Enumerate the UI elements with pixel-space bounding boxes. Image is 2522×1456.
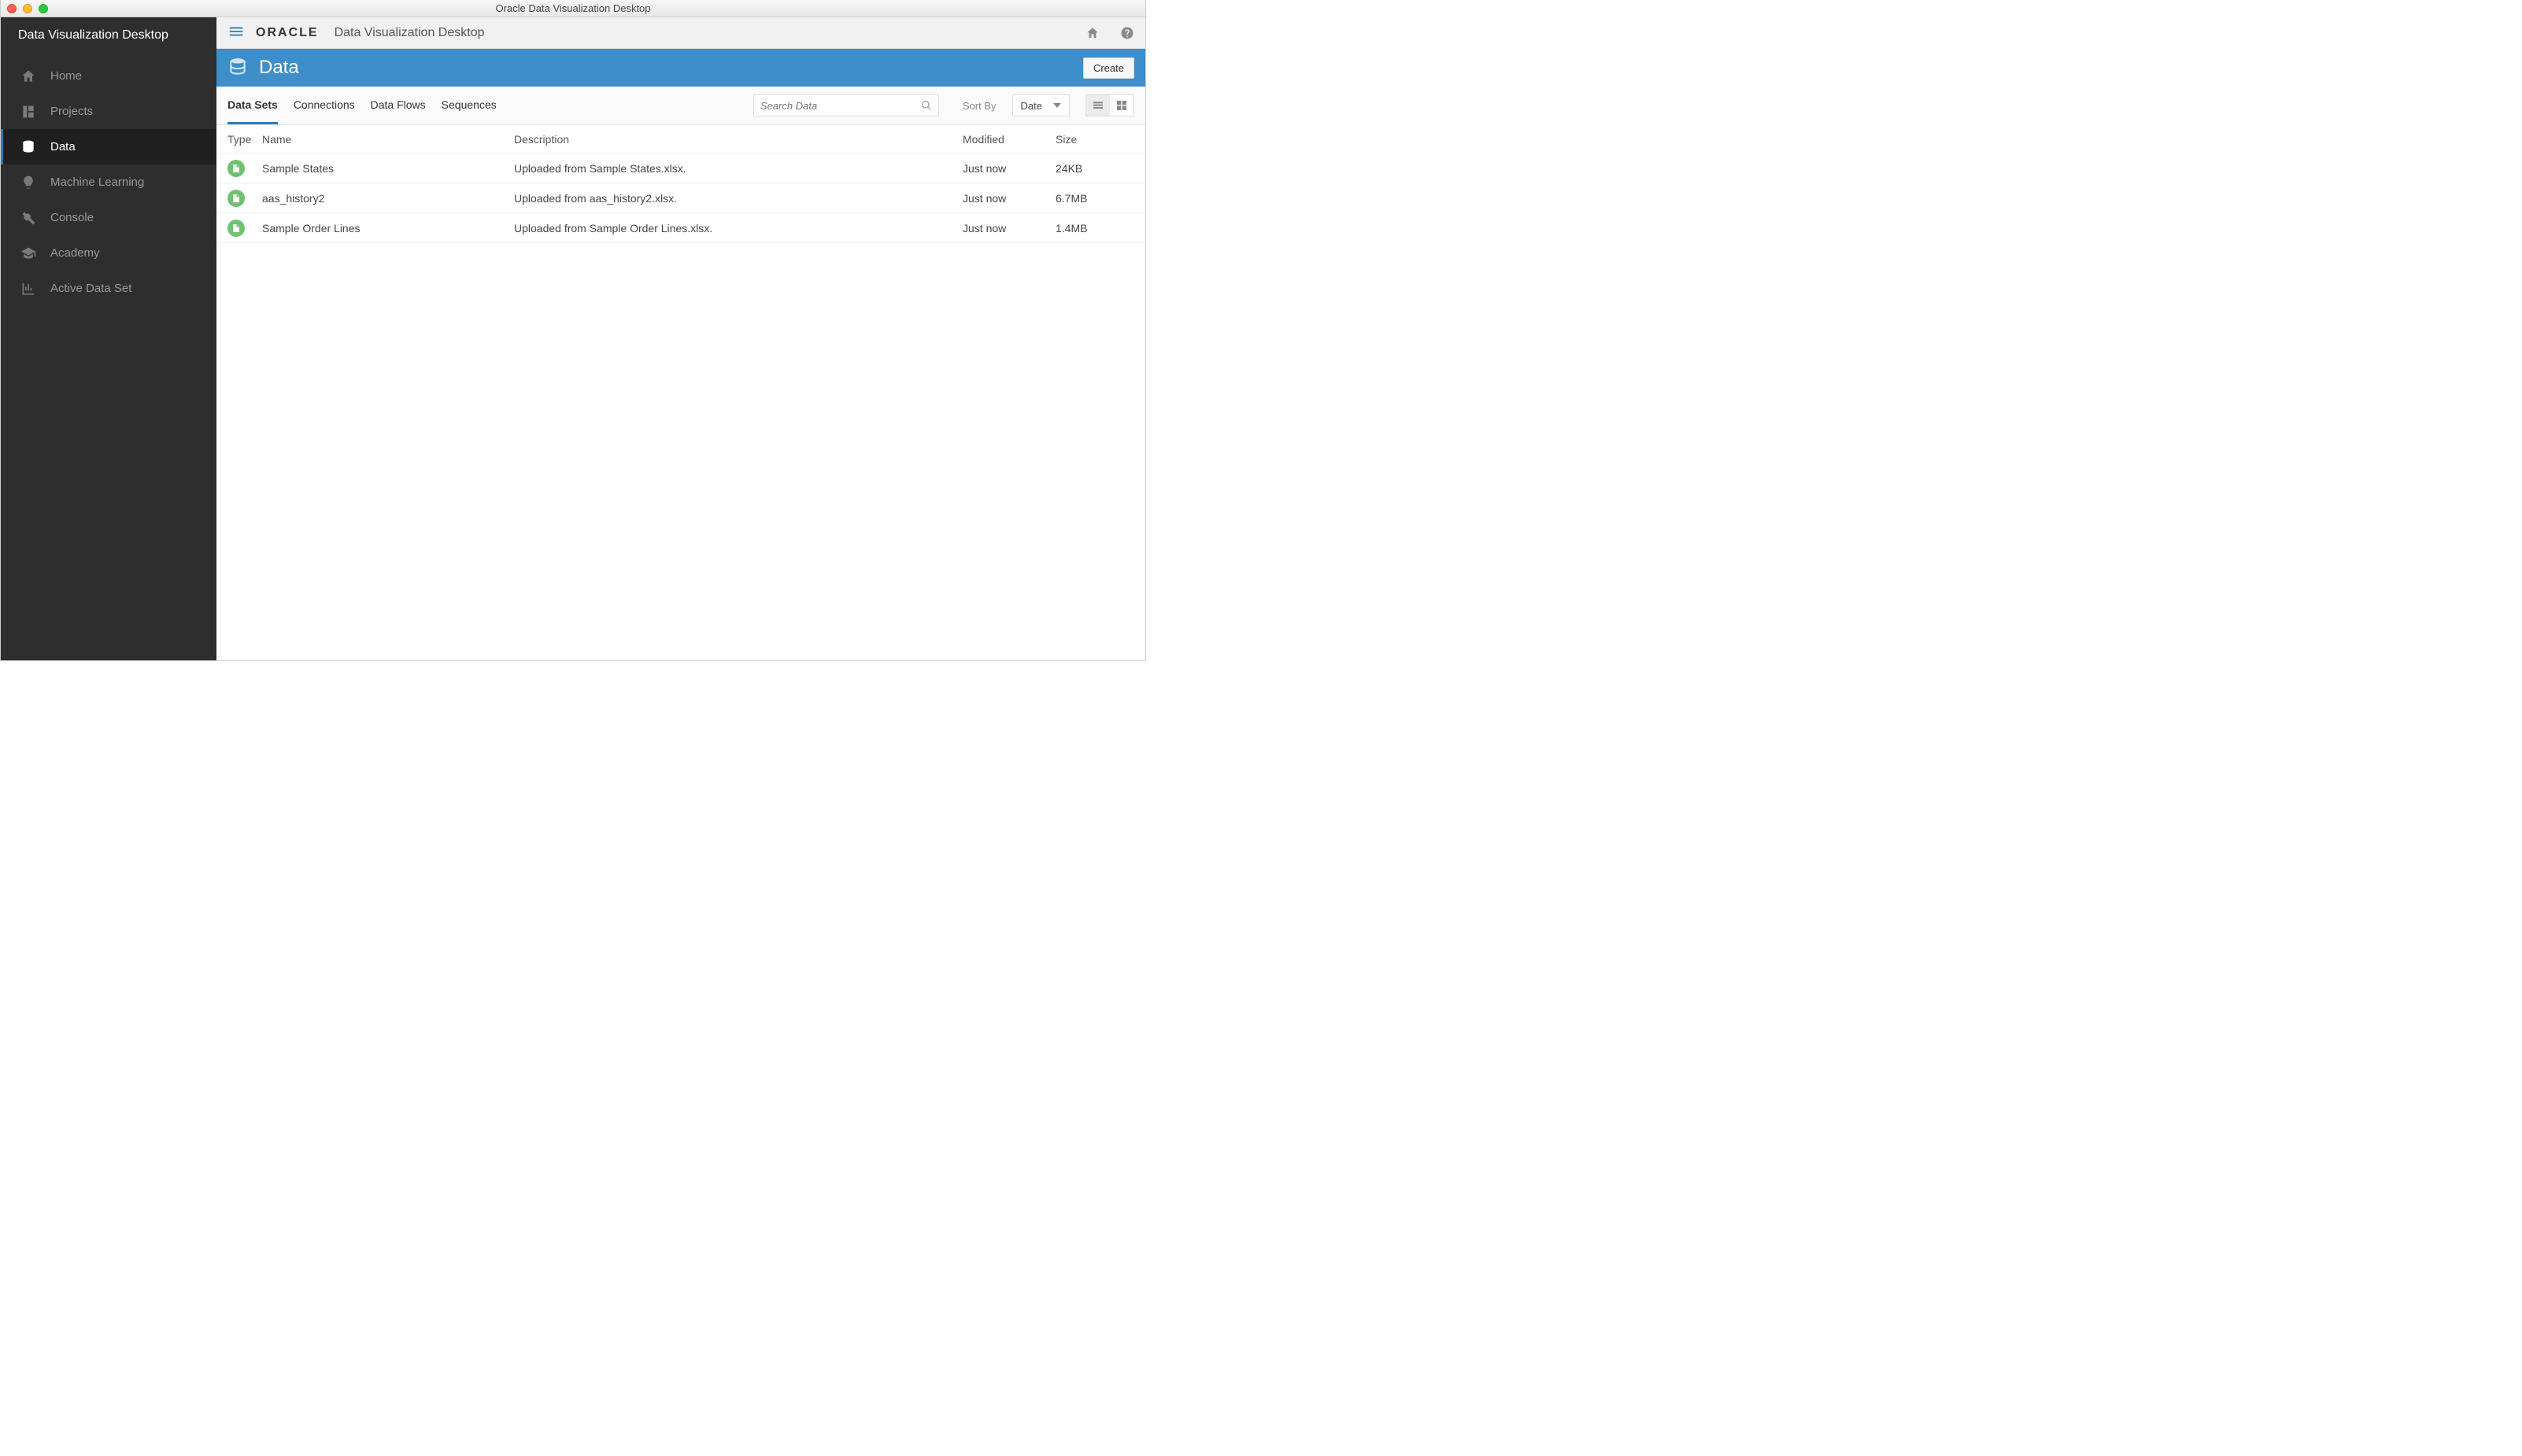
row-size: 24KB	[1056, 162, 1134, 175]
col-header-description[interactable]: Description	[514, 133, 963, 146]
search-icon	[921, 100, 932, 111]
sort-by-label: Sort By	[963, 100, 997, 112]
list-view-button[interactable]	[1086, 95, 1110, 116]
list-icon	[1092, 99, 1104, 112]
tab-data-flows[interactable]: Data Flows	[371, 87, 426, 124]
sidebar-item-label: Projects	[50, 105, 93, 118]
page-title: Data	[259, 57, 299, 79]
row-description: Uploaded from Sample Order Lines.xlsx.	[514, 222, 963, 235]
projects-icon	[20, 104, 36, 120]
tab-label: Data Flows	[371, 98, 426, 111]
row-modified: Just now	[963, 192, 1056, 205]
row-type	[227, 220, 262, 237]
row-name: aas_history2	[262, 192, 514, 205]
home-icon	[20, 68, 36, 84]
chart-icon	[20, 281, 36, 297]
sidebar-item-label: Academy	[50, 246, 100, 260]
tools-icon	[20, 210, 36, 226]
table-row[interactable]: Sample States Uploaded from Sample State…	[216, 153, 1145, 183]
col-header-name[interactable]: Name	[262, 133, 514, 146]
sidebar: Data Visualization Desktop Home Projects…	[1, 17, 216, 660]
col-header-type[interactable]: Type	[227, 133, 262, 146]
sidebar-item-label: Console	[50, 211, 94, 224]
tab-sequences[interactable]: Sequences	[442, 87, 497, 124]
col-header-modified[interactable]: Modified	[963, 133, 1056, 146]
grid-icon	[1115, 99, 1128, 112]
xlsx-icon	[227, 220, 245, 237]
col-header-size[interactable]: Size	[1056, 133, 1134, 146]
create-button[interactable]: Create	[1083, 57, 1134, 79]
row-modified: Just now	[963, 222, 1056, 235]
row-name: Sample Order Lines	[262, 222, 514, 235]
mac-titlebar: Oracle Data Visualization Desktop	[1, 0, 1145, 17]
tab-label: Connections	[294, 98, 355, 111]
row-size: 6.7MB	[1056, 192, 1134, 205]
sidebar-items: Home Projects Data Machine Learning	[1, 58, 216, 306]
sidebar-title: Data Visualization Desktop	[1, 17, 216, 54]
row-size: 1.4MB	[1056, 222, 1134, 235]
academy-icon	[20, 246, 36, 261]
tab-connections[interactable]: Connections	[294, 87, 355, 124]
table-header: Type Name Description Modified Size	[216, 125, 1145, 153]
sidebar-item-projects[interactable]: Projects	[1, 94, 216, 129]
row-description: Uploaded from Sample States.xlsx.	[514, 162, 963, 175]
table-row[interactable]: aas_history2 Uploaded from aas_history2.…	[216, 183, 1145, 213]
product-name: Data Visualization Desktop	[335, 26, 485, 40]
view-toggle	[1085, 94, 1134, 116]
database-icon	[227, 57, 248, 79]
sort-select[interactable]: Date	[1012, 94, 1070, 116]
sidebar-item-data[interactable]: Data	[1, 129, 216, 164]
tabs-row: Data Sets Connections Data Flows Sequenc…	[216, 87, 1145, 125]
grid-view-button[interactable]	[1110, 95, 1133, 116]
sidebar-item-home[interactable]: Home	[1, 58, 216, 94]
sort-value: Date	[1021, 100, 1042, 112]
row-type	[227, 190, 262, 207]
sidebar-item-label: Home	[50, 69, 82, 83]
sidebar-item-academy[interactable]: Academy	[1, 235, 216, 271]
tab-label: Data Sets	[227, 98, 278, 111]
search-box[interactable]	[753, 94, 939, 116]
sidebar-item-label: Active Data Set	[50, 282, 131, 295]
window-title: Oracle Data Visualization Desktop	[1, 2, 1145, 14]
sidebar-item-label: Machine Learning	[50, 176, 144, 189]
xlsx-icon	[227, 160, 245, 177]
home-icon[interactable]	[1085, 26, 1100, 40]
data-table: Type Name Description Modified Size Samp…	[216, 125, 1145, 243]
sidebar-item-active-data-set[interactable]: Active Data Set	[1, 271, 216, 306]
tab-data-sets[interactable]: Data Sets	[227, 87, 278, 124]
help-icon[interactable]	[1120, 26, 1134, 40]
sidebar-item-console[interactable]: Console	[1, 200, 216, 235]
chevron-down-icon	[1053, 102, 1061, 109]
row-modified: Just now	[963, 162, 1056, 175]
search-input[interactable]	[760, 100, 921, 112]
main: ORACLE Data Visualization Desktop Data C…	[216, 17, 1145, 660]
bulb-icon	[20, 175, 36, 190]
row-description: Uploaded from aas_history2.xlsx.	[514, 192, 963, 205]
row-name: Sample States	[262, 162, 514, 175]
database-icon	[20, 139, 36, 155]
sidebar-item-label: Data	[50, 140, 76, 153]
brand-logo: ORACLE	[256, 26, 319, 40]
row-type	[227, 160, 262, 177]
xlsx-icon	[227, 190, 245, 207]
tab-label: Sequences	[442, 98, 497, 111]
hamburger-icon[interactable]	[227, 23, 245, 42]
table-row[interactable]: Sample Order Lines Uploaded from Sample …	[216, 213, 1145, 243]
sidebar-item-machine-learning[interactable]: Machine Learning	[1, 164, 216, 200]
page-header: Data Create	[216, 49, 1145, 87]
topbar: ORACLE Data Visualization Desktop	[216, 17, 1145, 49]
